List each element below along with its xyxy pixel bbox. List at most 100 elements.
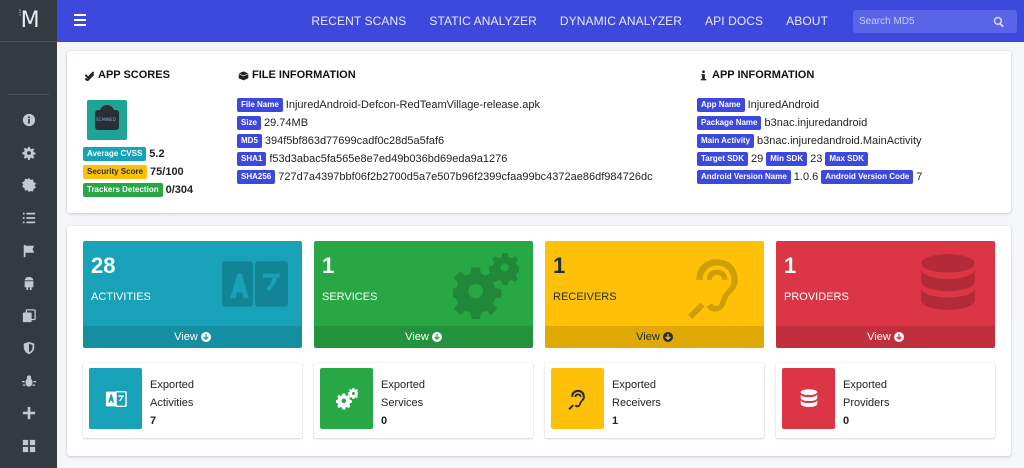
language-icon [105, 390, 127, 407]
exported-providers-box: Exported Providers 0 [776, 363, 995, 438]
sidebar-item-list[interactable] [0, 205, 57, 231]
services-view-link[interactable]: View [314, 326, 533, 348]
max-sdk-badge: Max SDK [825, 152, 869, 166]
activities-count: 28 [91, 253, 116, 278]
md5-value: 394f5bf863d77699cadf0c28d5a5faf6 [264, 135, 445, 147]
sidebar-item-bug[interactable] [0, 368, 57, 394]
top-navigation: RECENT SCANS STATIC ANALYZER DYNAMIC ANA… [288, 0, 828, 42]
grid-icon [22, 439, 35, 453]
average-cvss-badge: Average CVSS [83, 147, 147, 161]
file-name-value: InjuredAndroid-Defcon-RedTeamVillage-rel… [285, 99, 540, 111]
app-name-badge: App Name [697, 98, 745, 112]
sha1-value: f53d3abac5fa565e8e7ed49b036bd69eda9a1276 [269, 153, 508, 165]
file-name-row: File Name InjuredAndroid-Defcon-RedTeamV… [237, 98, 540, 112]
sidebar: ⁝M [0, 0, 57, 468]
info-letter-icon [700, 69, 707, 80]
target-sdk-badge: Target SDK [697, 152, 748, 166]
brand-logo: ⁝M [18, 8, 39, 33]
providers-view-label: View [867, 331, 891, 343]
database-icon [800, 388, 817, 407]
cogs-icon [335, 387, 358, 409]
app-scores-heading: APP SCORES [84, 69, 170, 81]
providers-view-link[interactable]: View [776, 326, 995, 348]
exported-activities-count: 7 [150, 415, 157, 427]
app-icon [87, 100, 127, 140]
sidebar-item-info[interactable] [0, 107, 57, 133]
trackers-value: 0/304 [165, 184, 194, 196]
sidebar-item-flag[interactable] [0, 238, 57, 264]
exported-activities-text: Exported Activities 7 [150, 376, 194, 430]
services-tile: 1 SERVICES View [314, 241, 533, 348]
hamburger-line [74, 24, 86, 26]
average-cvss-value: 5.2 [149, 148, 165, 160]
nav-api-docs[interactable]: API DOCS [705, 14, 763, 28]
exported-providers-count: 0 [843, 415, 850, 427]
nav-dynamic-analyzer[interactable]: DYNAMIC ANALYZER [560, 14, 682, 28]
md5-badge: MD5 [237, 134, 262, 148]
sidebar-item-certificate[interactable] [0, 172, 57, 198]
receivers-view-link[interactable]: View [545, 326, 764, 348]
version-name-badge: Android Version Name [697, 170, 791, 184]
trackers-row: Trackers Detection 0/304 [83, 183, 193, 197]
sidebar-item-settings[interactable] [0, 140, 57, 166]
security-score-row: Security Score 75/100 [83, 165, 184, 179]
sha256-badge: SHA256 [237, 170, 276, 184]
security-score-value: 75/100 [150, 166, 184, 178]
app-info-title: APP INFORMATION [712, 69, 815, 81]
file-info-heading: FILE INFORMATION [238, 69, 356, 81]
brand[interactable]: ⁝M [0, 0, 57, 42]
trackers-badge: Trackers Detection [83, 183, 163, 197]
hearing-icon [567, 389, 585, 410]
hearing-icon [684, 253, 750, 319]
info-icon [22, 113, 35, 127]
nav-recent-scans[interactable]: RECENT SCANS [311, 14, 406, 28]
package-badge: Package Name [697, 116, 762, 130]
exported-activities-line2: Activities [150, 397, 194, 409]
target-sdk-value: 29 [750, 153, 764, 165]
exported-services-text: Exported Services 0 [381, 376, 425, 430]
activities-view-link[interactable]: View [83, 326, 302, 348]
nav-static-analyzer[interactable]: STATIC ANALYZER [429, 14, 537, 28]
app-info-heading: APP INFORMATION [698, 69, 814, 81]
shield-icon [23, 341, 34, 355]
version-name-value: 1.0.6 [793, 171, 819, 183]
nav-about[interactable]: ABOUT [786, 14, 828, 28]
min-sdk-value: 23 [810, 153, 823, 165]
language-icon [222, 253, 288, 319]
arrow-circle-down-icon [431, 332, 442, 342]
exported-receivers-count: 1 [612, 415, 619, 427]
menu-toggle-button[interactable] [74, 14, 86, 26]
sidebar-item-add[interactable] [0, 400, 57, 426]
exported-activities-box: Exported Activities 7 [83, 363, 302, 438]
exported-services-line1: Exported [381, 379, 426, 391]
exported-providers-icon-box [782, 368, 835, 429]
package-value: b3nac.injuredandroid [764, 117, 868, 129]
database-icon [915, 253, 981, 319]
components-card: 28 ACTIVITIES View 1 SERVICES View 1 REC… [67, 226, 1011, 456]
average-cvss-row: Average CVSS 5.2 [83, 147, 165, 161]
sidebar-item-copy[interactable] [0, 303, 57, 329]
sha256-row: SHA256 727d7a4397bbf06f2b2700d5a7e507b96… [237, 170, 653, 184]
copy-icon [22, 309, 36, 323]
sidebar-item-grid[interactable] [0, 433, 57, 459]
exported-services-box: Exported Services 0 [314, 363, 533, 438]
md5-row: MD5 394f5bf863d77699cadf0c28d5a5faf6 [237, 134, 444, 148]
size-row: Size 29.74MB [237, 116, 308, 130]
activities-view-label: View [174, 331, 198, 343]
providers-tile: 1 PROVIDERS View [776, 241, 995, 348]
security-score-badge: Security Score [83, 165, 148, 179]
file-name-badge: File Name [237, 98, 283, 112]
exported-receivers-line1: Exported [612, 379, 657, 391]
version-row: Android Version Name 1.0.6 Android Versi… [697, 170, 922, 184]
sidebar-item-shield[interactable] [0, 335, 57, 361]
search-icon[interactable] [993, 16, 1005, 28]
flag-icon [23, 244, 34, 258]
sha1-badge: SHA1 [237, 152, 267, 166]
exported-providers-text: Exported Providers 0 [843, 376, 889, 430]
size-value: 29.74MB [264, 117, 309, 129]
exported-services-line2: Services [381, 397, 424, 409]
search-input[interactable] [853, 16, 993, 27]
sidebar-item-android[interactable] [0, 270, 57, 296]
app-info-card: APP SCORES Average CVSS 5.2 Security Sco… [67, 51, 1011, 213]
check-double-icon [84, 70, 95, 81]
